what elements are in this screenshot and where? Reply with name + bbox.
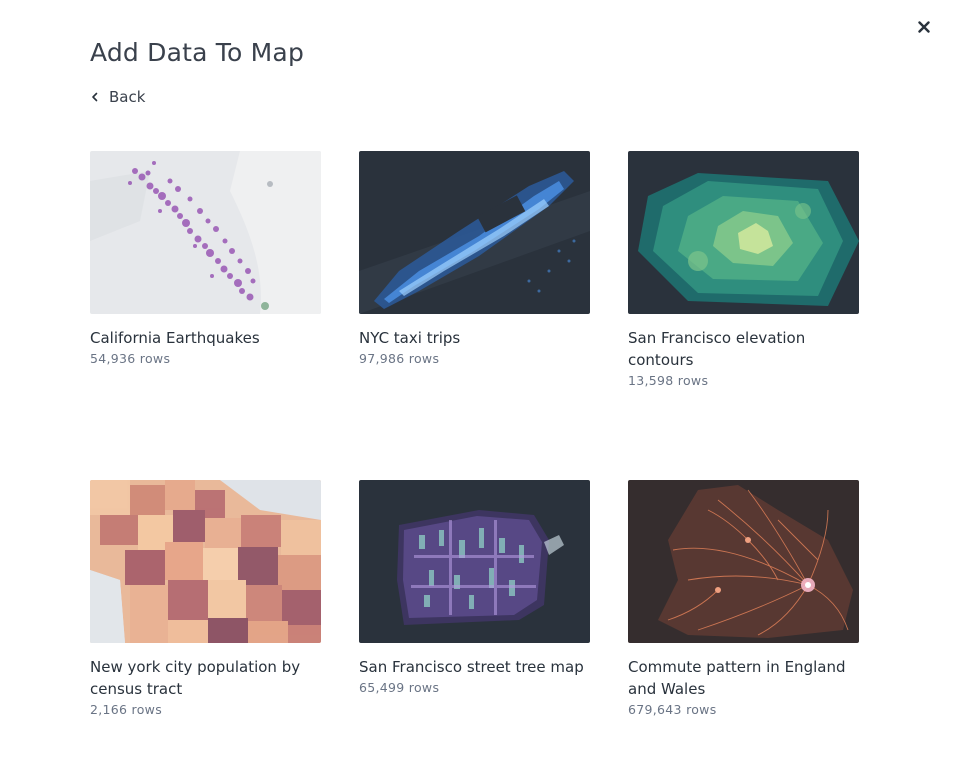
modal-title: Add Data To Map [90, 38, 305, 67]
dataset-row-count: 13,598 rows [628, 373, 709, 388]
dataset-title: Commute pattern in England and Wales [628, 658, 846, 698]
dataset-row-count: 54,936 rows [90, 351, 171, 366]
back-label: Back [109, 88, 146, 106]
dataset-thumbnail [359, 480, 590, 643]
dataset-card[interactable]: Commute pattern in England and Wales 679… [628, 480, 859, 783]
dataset-thumbnail [90, 151, 321, 314]
close-button[interactable] [914, 17, 934, 37]
dataset-card[interactable]: San Francisco elevation contours 13,598 … [628, 151, 859, 480]
close-icon [918, 21, 930, 33]
dataset-title: NYC taxi trips [359, 329, 461, 347]
dataset-title: New york city population by census tract [90, 658, 301, 698]
dataset-title: California Earthquakes [90, 329, 260, 347]
dataset-grid: California Earthquakes 54,936 rows NYC t… [90, 151, 860, 783]
add-data-modal: Add Data To Map Back California Earthqua… [0, 0, 953, 783]
dataset-thumbnail [628, 151, 859, 314]
dataset-title: San Francisco elevation contours [628, 329, 806, 369]
dataset-thumbnail [628, 480, 859, 643]
dataset-row-count: 65,499 rows [359, 680, 440, 695]
dataset-card[interactable]: San Francisco street tree map 65,499 row… [359, 480, 590, 783]
dataset-title: San Francisco street tree map [359, 658, 584, 676]
dataset-card[interactable]: New york city population by census tract… [90, 480, 321, 783]
dataset-card[interactable]: NYC taxi trips 97,986 rows [359, 151, 590, 480]
back-button[interactable]: Back [91, 88, 145, 106]
chevron-left-icon [92, 92, 98, 102]
dataset-thumbnail [90, 480, 321, 643]
dataset-row-count: 2,166 rows [90, 702, 163, 717]
dataset-row-count: 679,643 rows [628, 702, 717, 717]
dataset-thumbnail [359, 151, 590, 314]
dataset-row-count: 97,986 rows [359, 351, 440, 366]
dataset-card[interactable]: California Earthquakes 54,936 rows [90, 151, 321, 480]
